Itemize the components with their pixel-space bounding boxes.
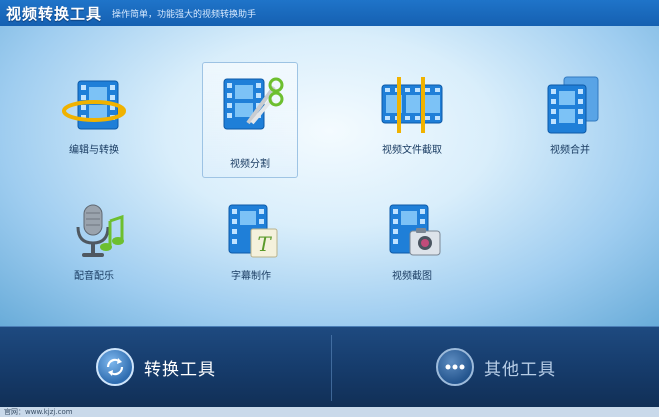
tool-edit-convert[interactable]: 编辑与转换 bbox=[46, 70, 142, 160]
tool-label: 视频文件截取 bbox=[382, 145, 442, 156]
tool-video-split[interactable]: 视频分割 bbox=[202, 62, 298, 178]
tool-subtitle[interactable]: T 字幕制作 bbox=[203, 196, 299, 286]
film-clip-icon bbox=[381, 77, 443, 133]
status-bar: 官网：www.kjzj.com bbox=[0, 407, 659, 417]
other-tools-label: 其他工具 bbox=[484, 359, 556, 380]
film-subtitle-icon: T bbox=[228, 204, 278, 258]
tool-label: 视频分割 bbox=[230, 159, 270, 170]
tool-dubbing-music[interactable]: 配音配乐 bbox=[46, 196, 142, 286]
refresh-arrows-icon bbox=[96, 348, 134, 386]
tool-label: 编辑与转换 bbox=[69, 145, 119, 156]
microphone-music-icon bbox=[76, 204, 124, 257]
bottom-nav: 转换工具 其他工具 bbox=[0, 326, 659, 408]
tool-video-screenshot[interactable]: 视频截图 bbox=[364, 196, 460, 286]
title-bar: 视频转换工具 操作简单，功能强大的视频转换助手 bbox=[0, 0, 659, 26]
tool-grid: 编辑与转换 视频分割 视频文件截取 视频合并 配音配乐 T 字幕制作 视频截图 bbox=[0, 26, 659, 326]
other-tools-button[interactable]: 其他工具 bbox=[436, 345, 556, 389]
nav-divider bbox=[331, 335, 332, 401]
film-camera-icon bbox=[389, 204, 441, 256]
tool-video-clip[interactable]: 视频文件截取 bbox=[363, 70, 461, 160]
more-dots-icon bbox=[436, 348, 474, 386]
film-scissors-icon bbox=[223, 77, 284, 130]
tool-label: 字幕制作 bbox=[231, 271, 271, 282]
tool-label: 视频合并 bbox=[550, 145, 590, 156]
app-window: 视频转换工具 操作简单，功能强大的视频转换助手 编辑与转换 视频分割 视频文件截… bbox=[0, 0, 659, 417]
app-title: 视频转换工具 bbox=[6, 4, 103, 23]
app-subtitle: 操作简单，功能强大的视频转换助手 bbox=[112, 9, 257, 20]
tool-label: 视频截图 bbox=[392, 271, 432, 282]
tool-video-merge[interactable]: 视频合并 bbox=[522, 70, 618, 160]
convert-tools-label: 转换工具 bbox=[144, 359, 216, 380]
tool-label: 配音配乐 bbox=[74, 271, 114, 282]
svg-text:T: T bbox=[257, 232, 272, 256]
convert-tools-button[interactable]: 转换工具 bbox=[96, 345, 216, 389]
film-merge-icon bbox=[547, 76, 599, 134]
website-link[interactable]: 官网：www.kjzj.com bbox=[4, 408, 73, 416]
film-convert-icon bbox=[62, 80, 126, 130]
